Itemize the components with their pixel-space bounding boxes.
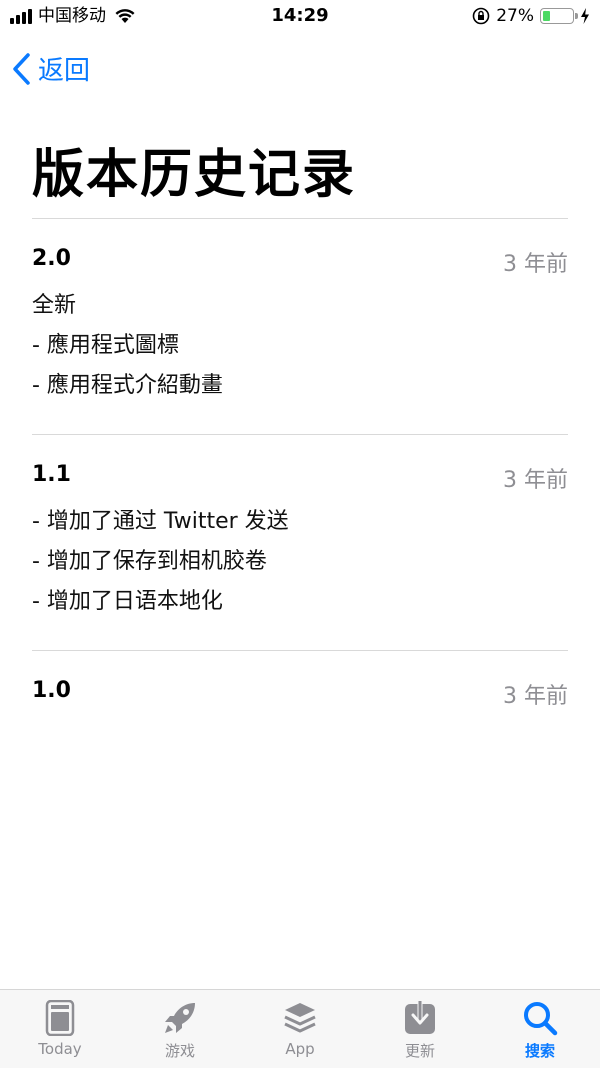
tab-label: 搜索	[524, 1042, 555, 1060]
divider	[32, 650, 568, 651]
page-title: 版本历史记录	[32, 145, 357, 205]
tab-search[interactable]: 搜索	[480, 990, 600, 1068]
release-note: - 增加了通过 Twitter 发送	[32, 509, 289, 534]
version-entry: 2.0 3 年前 全新 - 應用程式圖標 - 應用程式介紹動畫	[32, 246, 568, 416]
divider	[32, 218, 568, 219]
updates-icon	[405, 1000, 435, 1034]
version-number: 1.1	[32, 462, 71, 487]
tab-label: Today	[38, 1040, 82, 1058]
status-right: 27%	[472, 6, 590, 26]
release-note: 全新	[32, 293, 77, 318]
tab-label: 游戏	[164, 1042, 195, 1060]
version-date: 3 年前	[503, 684, 568, 709]
tab-label: 更新	[404, 1042, 435, 1060]
status-bar: 中国移动 14:29 27%	[0, 0, 600, 34]
tab-updates[interactable]: 更新	[360, 990, 480, 1068]
release-note: - 增加了保存到相机胶卷	[32, 549, 267, 574]
rocket-icon	[165, 1003, 195, 1033]
tab-bar: Today 游戏 App 更新 搜索	[0, 989, 600, 1068]
version-number: 2.0	[32, 246, 71, 271]
battery-level	[543, 11, 550, 21]
tab-games[interactable]: 游戏	[120, 990, 240, 1068]
tab-today[interactable]: Today	[0, 990, 120, 1068]
release-note: - 應用程式介紹動畫	[32, 373, 223, 398]
version-date: 3 年前	[503, 468, 568, 493]
search-icon	[524, 1002, 558, 1036]
version-date: 3 年前	[503, 252, 568, 277]
today-icon	[45, 1000, 75, 1036]
chevron-left-icon	[13, 52, 30, 85]
app-stack-icon	[284, 1003, 316, 1033]
charging-bolt-icon	[581, 8, 589, 24]
orientation-lock-icon	[472, 7, 490, 25]
divider	[32, 434, 568, 435]
back-label: 返回	[38, 56, 91, 86]
tab-label: App	[285, 1040, 315, 1058]
version-number: 1.0	[32, 678, 71, 703]
version-entry: 1.1 3 年前 - 增加了通过 Twitter 发送 - 增加了保存到相机胶卷…	[32, 462, 568, 632]
version-entry: 1.0 3 年前	[32, 678, 568, 718]
release-notes: 全新 - 應用程式圖標 - 應用程式介紹動畫	[32, 286, 223, 406]
release-note: - 增加了日语本地化	[32, 589, 223, 614]
battery-percent: 27%	[496, 6, 534, 26]
tab-apps[interactable]: App	[240, 990, 360, 1068]
release-notes: - 增加了通过 Twitter 发送 - 增加了保存到相机胶卷 - 增加了日语本…	[32, 502, 289, 622]
release-note: - 應用程式圖標	[32, 333, 179, 358]
back-button[interactable]: 返回	[12, 50, 90, 87]
battery-icon	[540, 8, 578, 24]
